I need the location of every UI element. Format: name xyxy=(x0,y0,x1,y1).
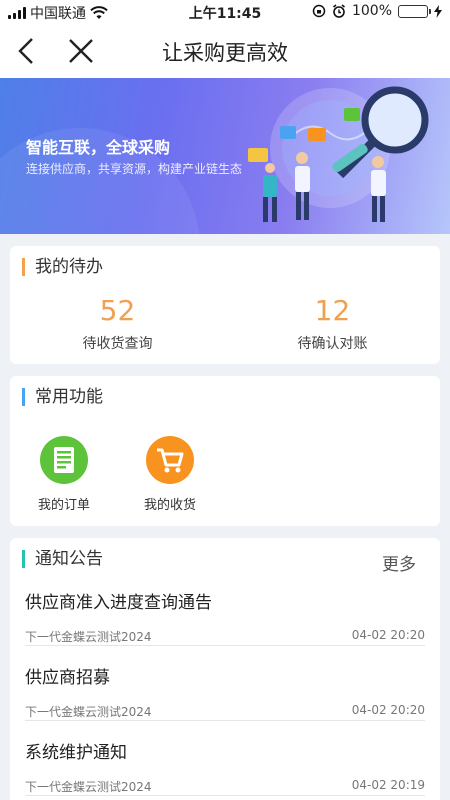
notice-item[interactable]: 供应商招募 下一代金蝶云测试2024 04-02 20:20 xyxy=(25,663,425,721)
banner-subtitle: 连接供应商，共享资源，构建产业链生态 xyxy=(26,162,243,176)
my-receipts-button[interactable]: 我的收货 xyxy=(130,436,210,513)
banner-title: 智能互联，全球采购 xyxy=(26,138,171,157)
cart-icon xyxy=(146,436,194,484)
notice-item-source: 下一代金蝶云测试2024 xyxy=(25,705,152,719)
promo-banner[interactable]: 智能互联，全球采购 连接供应商，共享资源，构建产业链生态 xyxy=(0,78,450,234)
nav-bar: 让采购更高效 xyxy=(0,24,450,78)
orientation-lock-icon xyxy=(312,4,326,18)
my-orders-button[interactable]: 我的订单 xyxy=(24,436,104,513)
todo-item-reconciliation[interactable]: 12 待确认对账 xyxy=(225,294,440,353)
status-bar: 中国联通 上午11:45 100% xyxy=(0,0,450,24)
todo-label: 待确认对账 xyxy=(297,336,368,352)
notice-item-time: 04-02 20:19 xyxy=(351,778,425,792)
functions-card: 常用功能 我的订单 我的收货 xyxy=(10,376,440,526)
notice-item[interactable]: 系统维护通知 下一代金蝶云测试2024 04-02 20:19 xyxy=(25,738,425,796)
todo-item-receiving[interactable]: 52 待收货查询 xyxy=(10,294,225,353)
todo-title: 我的待办 xyxy=(22,258,103,276)
battery-icon xyxy=(398,4,431,18)
notice-item-source: 下一代金蝶云测试2024 xyxy=(25,780,152,794)
notice-item-source: 下一代金蝶云测试2024 xyxy=(25,630,152,644)
more-link[interactable]: 更多 xyxy=(382,550,416,575)
page-title: 让采购更高效 xyxy=(162,41,288,65)
notice-item-title: 供应商准入进度查询通告 xyxy=(25,593,212,613)
todo-card: 我的待办 52 待收货查询 12 待确认对账 xyxy=(10,246,440,364)
todo-count: 12 xyxy=(314,294,351,327)
battery-percent: 100% xyxy=(351,3,392,19)
func-label: 我的收货 xyxy=(143,498,196,513)
charging-icon xyxy=(434,4,442,18)
todo-count: 52 xyxy=(99,294,136,327)
func-label: 我的订单 xyxy=(37,498,90,513)
functions-title: 常用功能 xyxy=(22,388,103,406)
notice-item-title: 供应商招募 xyxy=(25,668,110,688)
notice-card: 通知公告 更多 供应商准入进度查询通告 下一代金蝶云测试2024 04-02 2… xyxy=(10,538,440,800)
todo-label: 待收货查询 xyxy=(82,336,153,352)
order-icon xyxy=(40,436,88,484)
notice-title: 通知公告 xyxy=(22,550,103,568)
notice-item-title: 系统维护通知 xyxy=(25,743,127,763)
status-right: 100% xyxy=(312,3,442,19)
notice-item-time: 04-02 20:20 xyxy=(351,628,425,642)
alarm-icon xyxy=(332,4,345,18)
notice-item[interactable]: 供应商准入进度查询通告 下一代金蝶云测试2024 04-02 20:20 xyxy=(25,588,425,646)
notice-item-time: 04-02 20:20 xyxy=(351,703,425,717)
